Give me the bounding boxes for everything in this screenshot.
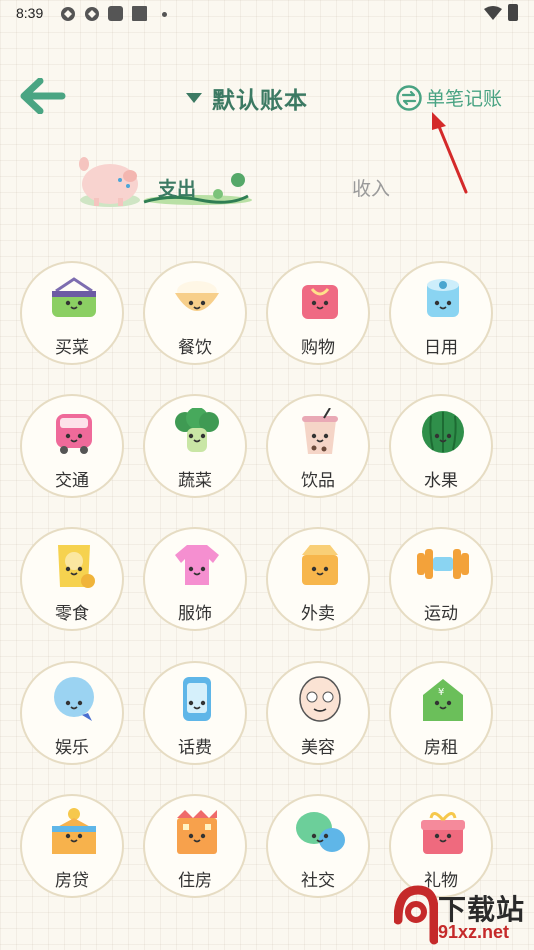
category-label: 蔬菜 <box>178 471 212 491</box>
takeout-box-icon <box>302 545 338 585</box>
more-notifications-dot-icon <box>162 12 167 17</box>
app-notification-icon <box>85 7 99 21</box>
account-book-title: 默认账本 <box>212 88 308 114</box>
category-bus[interactable]: 交通 <box>20 394 124 498</box>
watermark-url: 91xz.net <box>438 922 510 942</box>
category-label: 社交 <box>301 871 335 891</box>
chat-bubbles-icon <box>296 812 345 852</box>
toilet-paper-icon <box>427 279 459 317</box>
category-gift[interactable]: 礼物 <box>389 794 493 898</box>
category-label: 饮品 <box>301 471 335 491</box>
tab-expense[interactable]: 支出 <box>140 168 252 208</box>
watermark-logo-icon <box>394 885 438 945</box>
tab-expense-label: 支出 <box>158 178 197 200</box>
balloon-icon <box>54 677 94 721</box>
gift-icon <box>421 812 465 854</box>
category-label: 餐饮 <box>178 338 212 358</box>
app-notification-icon <box>132 6 147 21</box>
shopping-bag-icon <box>302 285 338 319</box>
app-notification-icon <box>61 7 75 21</box>
category-label: 住房 <box>178 871 212 891</box>
category-rent-house[interactable]: ¥ 房租 <box>389 661 493 765</box>
phone-icon <box>183 677 211 721</box>
tab-income[interactable]: 收入 <box>352 174 390 201</box>
category-label: 娱乐 <box>55 738 89 758</box>
category-broccoli[interactable]: 蔬菜 <box>143 394 247 498</box>
category-phone[interactable]: 话费 <box>143 661 247 765</box>
rent-house-icon: ¥ <box>423 679 463 721</box>
svg-text:¥: ¥ <box>438 687 444 698</box>
caret-down-icon <box>186 93 202 103</box>
swap-icon <box>396 84 422 111</box>
category-label: 美容 <box>301 738 335 758</box>
category-building[interactable]: 住房 <box>143 794 247 898</box>
category-dumbbell[interactable]: 运动 <box>389 527 493 631</box>
category-bubble-tea[interactable]: 饮品 <box>266 394 370 498</box>
category-chat-bubbles[interactable]: 社交 <box>266 794 370 898</box>
category-label: 外卖 <box>301 604 335 624</box>
category-chips-bag[interactable]: 零食 <box>20 527 124 631</box>
battery-icon <box>508 4 518 21</box>
category-shopping-bag[interactable]: 购物 <box>266 261 370 365</box>
chips-bag-icon <box>58 545 95 588</box>
watermelon-icon <box>422 411 464 453</box>
category-label: 交通 <box>55 471 89 491</box>
status-time: 8:39 <box>16 5 44 21</box>
broccoli-icon <box>175 408 219 452</box>
bubble-tea-icon <box>302 408 338 454</box>
dumbbell-icon <box>417 549 469 579</box>
category-label: 服饰 <box>178 604 212 624</box>
app-notification-icon <box>108 6 123 21</box>
category-label: 水果 <box>424 471 458 491</box>
category-label: 运动 <box>424 604 458 624</box>
mortgage-house-icon <box>52 808 96 854</box>
status-bar: 8:39 <box>0 0 534 28</box>
basket-icon <box>52 277 96 317</box>
category-label: 零食 <box>55 604 89 624</box>
category-face-mask[interactable]: 美容 <box>266 661 370 765</box>
category-label: 房租 <box>424 738 458 758</box>
back-arrow-icon[interactable] <box>20 78 66 114</box>
category-label: 购物 <box>301 338 335 358</box>
category-label: 房贷 <box>55 871 89 891</box>
category-label: 日用 <box>424 338 458 358</box>
category-label: 话费 <box>178 738 212 758</box>
rice-bowl-icon <box>175 281 219 311</box>
category-tshirt[interactable]: 服饰 <box>143 527 247 631</box>
building-icon <box>177 810 217 854</box>
single-entry-button[interactable]: 单笔记账 <box>396 84 502 111</box>
category-mortgage-house[interactable]: 房贷 <box>20 794 124 898</box>
single-entry-label: 单笔记账 <box>426 88 503 110</box>
category-basket[interactable]: 买菜 <box>20 261 124 365</box>
category-toilet-paper[interactable]: 日用 <box>389 261 493 365</box>
category-takeout-box[interactable]: 外卖 <box>266 527 370 631</box>
category-balloon[interactable]: 娱乐 <box>20 661 124 765</box>
category-label: 买菜 <box>55 338 89 358</box>
bus-icon <box>56 414 92 454</box>
wifi-icon <box>484 6 502 20</box>
category-watermelon[interactable]: 水果 <box>389 394 493 498</box>
watermark: 下载站 91xz.net <box>394 884 534 950</box>
account-book-selector[interactable]: 默认账本 <box>186 82 308 114</box>
annotation-arrow-icon <box>432 112 468 194</box>
tshirt-icon <box>175 545 219 585</box>
category-rice-bowl[interactable]: 餐饮 <box>143 261 247 365</box>
face-mask-icon <box>299 676 341 722</box>
pig-mascot-icon <box>79 157 140 207</box>
